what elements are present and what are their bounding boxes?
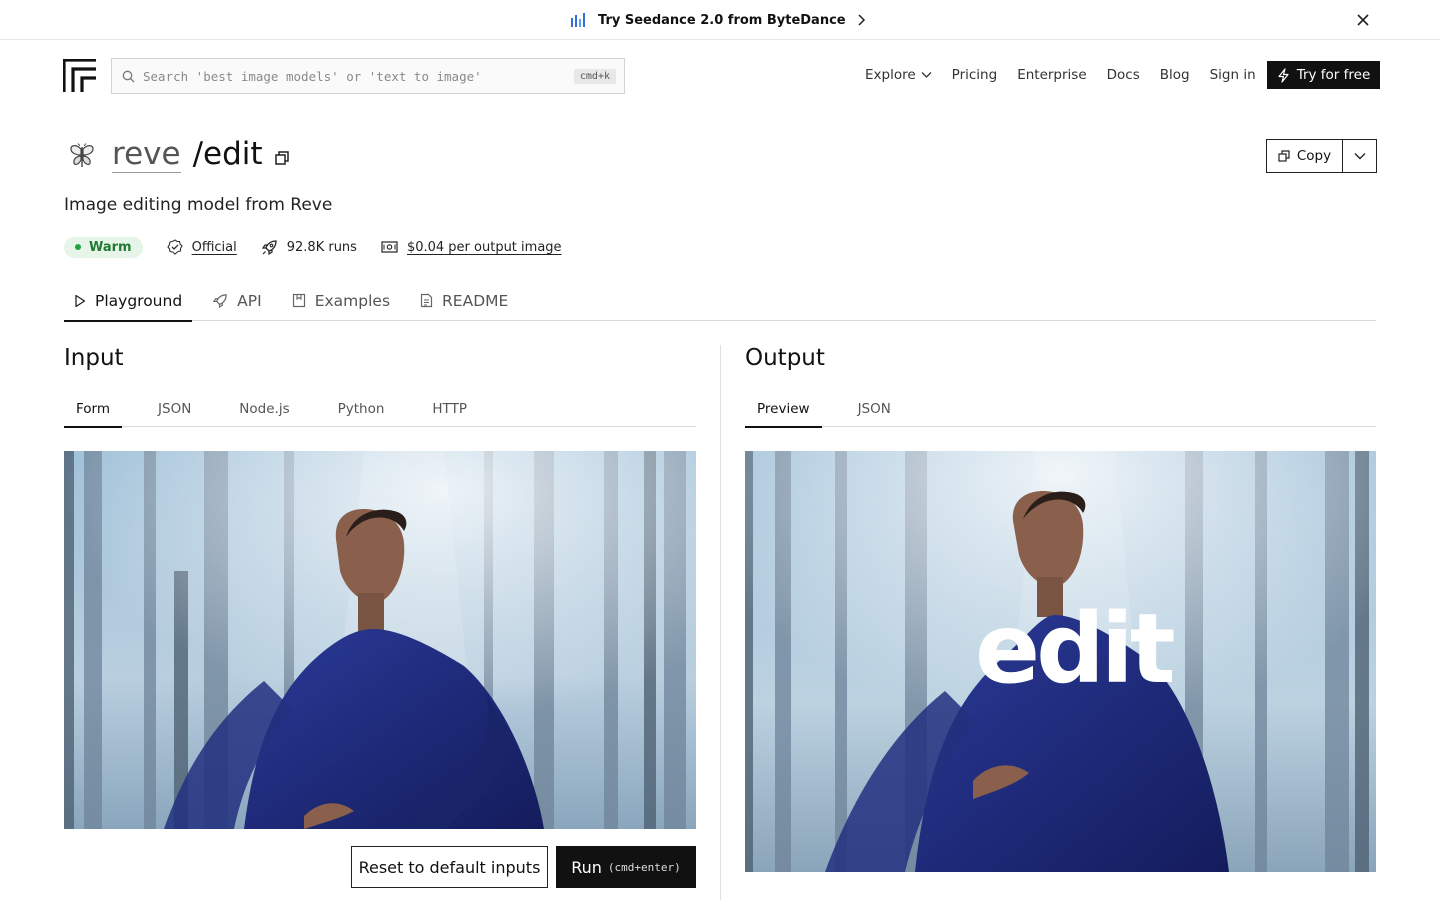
- search-shortcut: cmd+k: [573, 68, 616, 84]
- output-overlay-text: edit: [975, 593, 1176, 705]
- tab-api[interactable]: API: [202, 280, 272, 321]
- input-tab-json[interactable]: JSON: [146, 390, 203, 427]
- rocket-icon: [212, 293, 227, 308]
- tab-playground[interactable]: Playground: [64, 280, 193, 322]
- official-label: Official: [191, 239, 237, 255]
- tab-readme-label: README: [442, 291, 509, 310]
- copy-button-label: Copy: [1296, 148, 1332, 164]
- panel-divider: [720, 345, 721, 900]
- tab-playground-label: Playground: [95, 291, 183, 310]
- input-tab-nodejs[interactable]: Node.js: [227, 390, 301, 427]
- copy-icon: [1278, 150, 1290, 162]
- nav-docs[interactable]: Docs: [1107, 67, 1140, 83]
- status-badge: Warm: [64, 236, 143, 258]
- input-title: Input: [64, 345, 124, 371]
- chevron-down-icon: [1354, 153, 1365, 160]
- banner-link[interactable]: Try Seedance 2.0 from ByteDance: [570, 11, 866, 29]
- moth-icon: [70, 143, 94, 167]
- model-owner-link[interactable]: reve: [112, 136, 181, 173]
- copy-button[interactable]: Copy: [1267, 140, 1343, 172]
- title-slash: /: [192, 136, 204, 172]
- input-image[interactable]: [64, 451, 696, 829]
- model-meta: Warm Official 92.8K runs $0.04 per outpu…: [64, 236, 586, 258]
- price-label: $0.04 per output image: [406, 239, 562, 255]
- input-tab-form[interactable]: Form: [64, 390, 123, 428]
- run-shortcut-hint: (cmd+enter): [607, 860, 681, 874]
- try-for-free-button[interactable]: Try for free: [1267, 61, 1380, 89]
- pricing-link[interactable]: $0.04 per output image: [381, 240, 562, 255]
- rocket-icon: [261, 239, 277, 255]
- output-image[interactable]: edit: [745, 451, 1376, 872]
- close-banner-button[interactable]: [1354, 11, 1372, 29]
- close-icon: [1357, 14, 1369, 26]
- tab-api-label: API: [237, 291, 262, 310]
- reset-button[interactable]: Reset to default inputs: [351, 846, 548, 888]
- output-title: Output: [745, 345, 825, 371]
- tab-examples[interactable]: Examples: [282, 280, 400, 321]
- status-label: Warm: [89, 239, 132, 255]
- nav-sign-in[interactable]: Sign in: [1210, 67, 1256, 83]
- status-dot: [75, 244, 81, 250]
- output-tab-json[interactable]: JSON: [846, 390, 903, 427]
- nav-explore-label: Explore: [865, 67, 916, 83]
- document-icon: [420, 293, 433, 308]
- chevron-down-icon: [921, 72, 932, 78]
- runs-label: 92.8K runs: [286, 239, 357, 255]
- output-tab-preview[interactable]: Preview: [745, 390, 822, 428]
- logo-icon: [62, 58, 96, 92]
- chevron-right-icon: [858, 14, 865, 26]
- tab-readme[interactable]: README: [410, 280, 518, 321]
- copy-model-name-button[interactable]: [274, 150, 290, 166]
- play-icon: [75, 294, 86, 307]
- runs-count: 92.8K runs: [261, 239, 357, 256]
- try-for-free-label: Try for free: [1296, 67, 1371, 83]
- input-tabs: Form JSON Node.js Python HTTP: [64, 390, 696, 428]
- nav-pricing[interactable]: Pricing: [952, 67, 998, 83]
- input-tab-http[interactable]: HTTP: [420, 390, 479, 427]
- replicate-logo[interactable]: [62, 58, 97, 93]
- bar-chart-icon: [571, 13, 585, 27]
- banner-text: Try Seedance 2.0 from ByteDance: [598, 12, 846, 28]
- model-description: Image editing model from Reve: [64, 195, 333, 215]
- lightning-icon: [1278, 67, 1289, 83]
- tab-examples-label: Examples: [314, 291, 391, 310]
- announcement-banner: Try Seedance 2.0 from ByteDance: [0, 0, 1440, 40]
- copy-icon: [275, 151, 289, 165]
- search-icon: [122, 70, 135, 82]
- nav-enterprise[interactable]: Enterprise: [1017, 67, 1086, 83]
- input-image-art: [64, 451, 696, 829]
- nav-explore[interactable]: Explore: [865, 67, 932, 83]
- run-label: Run: [571, 857, 602, 877]
- search-bar[interactable]: cmd+k: [111, 58, 625, 94]
- bookmark-icon: [292, 293, 305, 308]
- copy-button-group: Copy: [1266, 139, 1377, 173]
- top-nav: Explore Pricing Enterprise Docs Blog Sig…: [865, 64, 1276, 86]
- output-tabs: Preview JSON: [745, 390, 1376, 428]
- nav-blog[interactable]: Blog: [1160, 67, 1190, 83]
- model-tabs: Playground API Examples README: [64, 280, 1376, 322]
- model-avatar: [68, 143, 96, 169]
- search-input[interactable]: [143, 68, 574, 84]
- input-tab-python[interactable]: Python: [326, 390, 397, 427]
- model-name: edit: [203, 136, 263, 172]
- model-title: reve / edit: [112, 136, 263, 178]
- official-badge[interactable]: Official: [166, 239, 237, 255]
- run-button[interactable]: Run (cmd+enter): [556, 846, 696, 888]
- copy-dropdown-button[interactable]: [1343, 140, 1376, 172]
- verified-icon: [166, 239, 183, 255]
- money-icon: [381, 241, 398, 253]
